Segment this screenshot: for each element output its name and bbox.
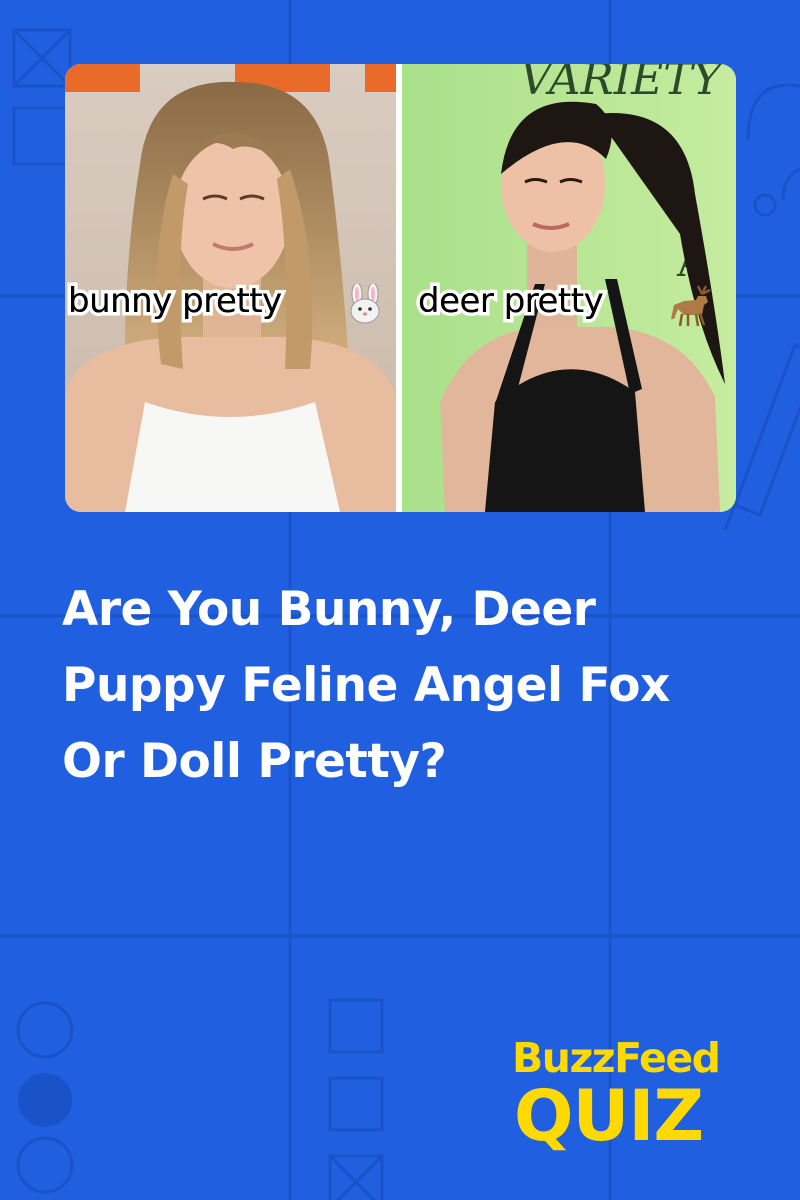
left-caption: bunny pretty xyxy=(68,281,282,321)
buzzfeed-quiz-logo[interactable]: BuzzFeed QUIZ xyxy=(512,1034,742,1157)
brand-label: QUIZ xyxy=(514,1075,704,1157)
quiz-cover: VARIETY A S bunny pretty b xyxy=(0,0,800,1200)
quiz-title-line-3: Or Doll Pretty? xyxy=(62,734,447,789)
backdrop-variety-text: VARIETY xyxy=(520,64,726,105)
deer-icon xyxy=(671,285,711,327)
quiz-title-line-2: Puppy Feline Angel Fox xyxy=(62,658,670,713)
rabbit-face-icon xyxy=(350,284,380,324)
right-caption: deer pretty xyxy=(418,281,604,321)
quiz-title[interactable]: Are You Bunny, Deer Puppy Feline Angel F… xyxy=(62,572,762,800)
quiz-title-line-1: Are You Bunny, Deer xyxy=(62,582,596,637)
